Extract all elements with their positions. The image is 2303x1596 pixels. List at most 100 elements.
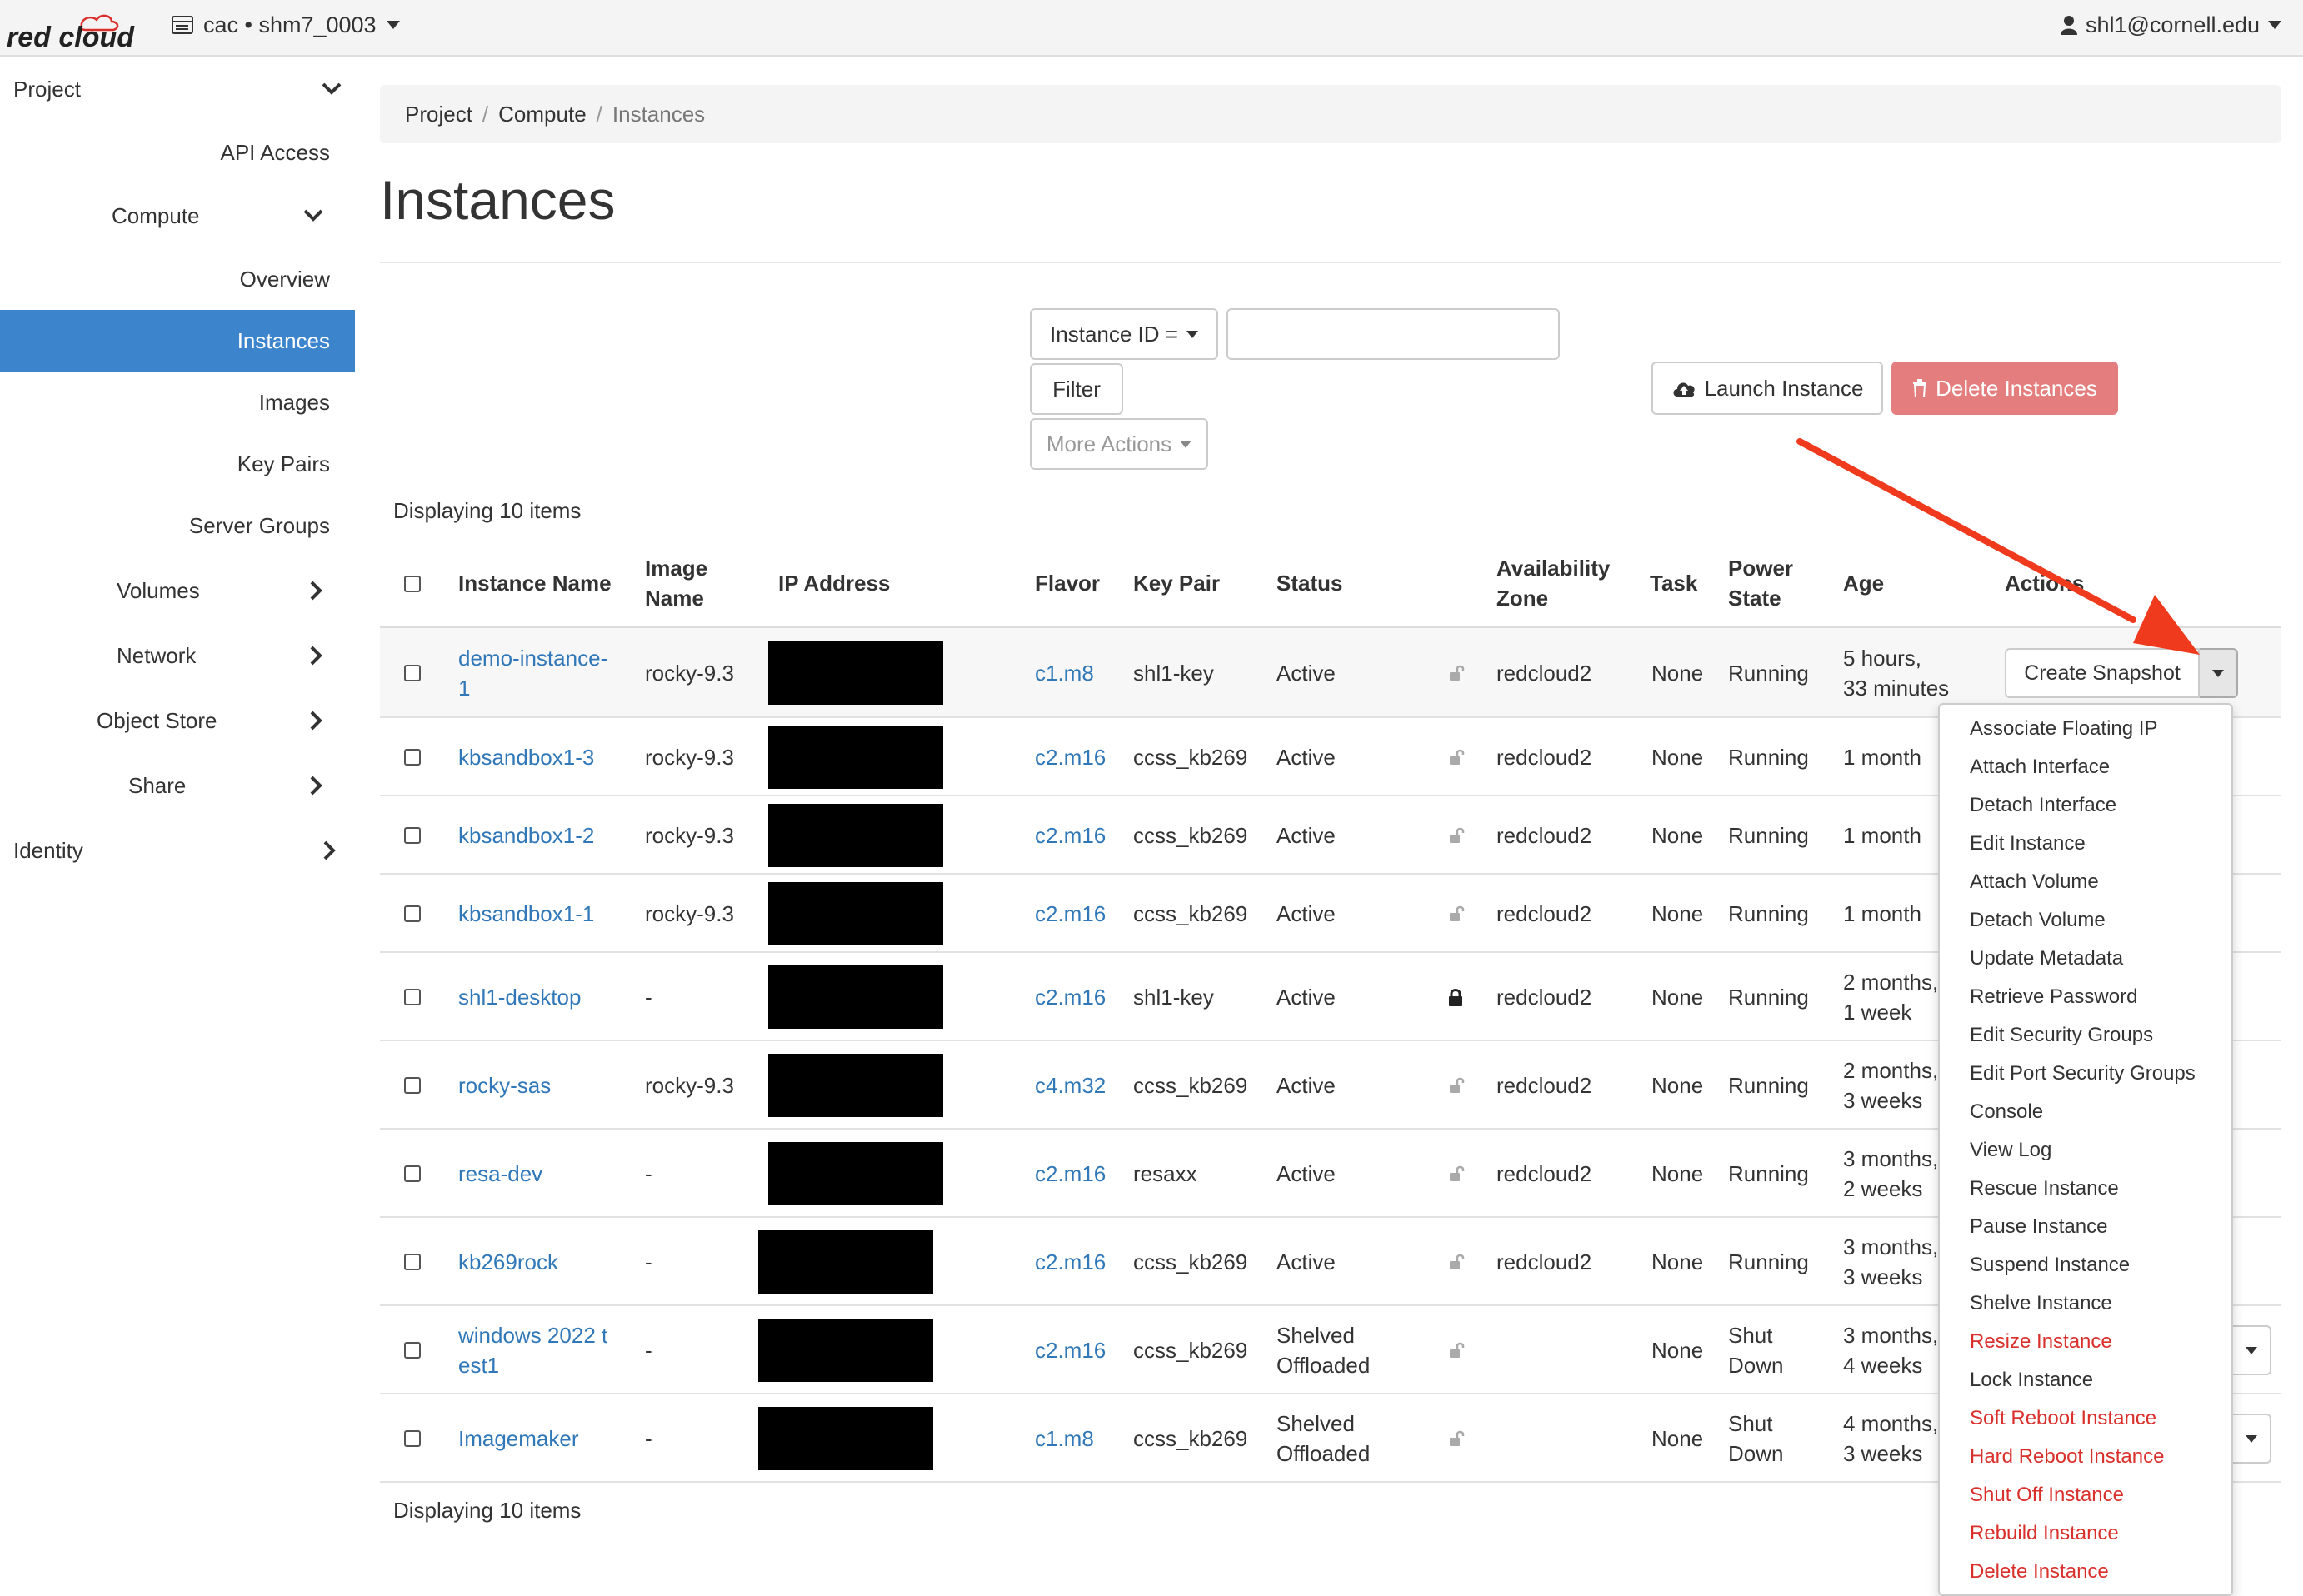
sidebar-item-server-groups[interactable]: Server Groups bbox=[0, 495, 330, 556]
column-header-actions: Actions bbox=[2005, 571, 2085, 596]
dropdown-item-resize-instance[interactable]: Resize Instance bbox=[1970, 1328, 2112, 1356]
flavor-link[interactable]: c2.m16 bbox=[1035, 1159, 1106, 1189]
sidebar-item-network[interactable]: Network bbox=[0, 625, 328, 686]
actions-caret-button[interactable] bbox=[2233, 1325, 2271, 1375]
column-header-availability-zone[interactable]: Availability Zone bbox=[1496, 553, 1610, 613]
sidebar-item-identity[interactable]: Identity bbox=[13, 820, 342, 881]
flavor-link[interactable]: c2.m16 bbox=[1035, 1247, 1106, 1277]
instance-name-link[interactable]: kbsandbox1-3 bbox=[458, 742, 594, 772]
dropdown-item-detach-interface[interactable]: Detach Interface bbox=[1970, 791, 2116, 820]
column-header-ip-address[interactable]: IP Address bbox=[778, 568, 890, 598]
row-checkbox[interactable] bbox=[404, 1430, 421, 1447]
flavor-link[interactable]: c2.m16 bbox=[1035, 742, 1106, 772]
column-header-age[interactable]: Age bbox=[1843, 568, 1884, 598]
filter-field-select[interactable]: Instance ID = bbox=[1030, 308, 1218, 360]
flavor-link[interactable]: c2.m16 bbox=[1035, 982, 1106, 1012]
dropdown-item-soft-reboot-instance[interactable]: Soft Reboot Instance bbox=[1970, 1404, 2156, 1433]
column-header-flavor[interactable]: Flavor bbox=[1035, 568, 1100, 598]
instance-name-link[interactable]: kbsandbox1-1 bbox=[458, 899, 594, 929]
filter-input[interactable] bbox=[1226, 308, 1560, 360]
filter-button[interactable]: Filter bbox=[1030, 363, 1123, 415]
row-checkbox[interactable] bbox=[404, 1342, 421, 1359]
dropdown-item-associate-floating-ip[interactable]: Associate Floating IP bbox=[1970, 715, 2157, 743]
actions-caret-button[interactable] bbox=[2200, 648, 2238, 698]
red-cloud-logo[interactable]: red cloud bbox=[5, 10, 138, 53]
filter-field-label: Instance ID = bbox=[1050, 321, 1178, 347]
instance-name-link[interactable]: rocky-sas bbox=[458, 1070, 551, 1100]
sidebar-item-project[interactable]: Project bbox=[13, 58, 342, 120]
breadcrumb-project[interactable]: Project bbox=[405, 102, 472, 127]
more-actions-button[interactable]: More Actions bbox=[1030, 418, 1208, 470]
flavor-link[interactable]: c2.m16 bbox=[1035, 820, 1106, 850]
dropdown-item-attach-interface[interactable]: Attach Interface bbox=[1970, 753, 2110, 781]
availability-zone: redcloud2 bbox=[1496, 745, 1592, 770]
dropdown-item-lock-instance[interactable]: Lock Instance bbox=[1970, 1366, 2093, 1394]
breadcrumb-compute[interactable]: Compute bbox=[498, 102, 587, 127]
instance-name-link[interactable]: Imagemaker bbox=[458, 1424, 579, 1454]
row-checkbox[interactable] bbox=[404, 905, 421, 922]
row-checkbox[interactable] bbox=[404, 1254, 421, 1270]
dropdown-item-rebuild-instance[interactable]: Rebuild Instance bbox=[1970, 1519, 2119, 1548]
dropdown-item-update-metadata[interactable]: Update Metadata bbox=[1970, 945, 2123, 973]
dropdown-item-hard-reboot-instance[interactable]: Hard Reboot Instance bbox=[1970, 1443, 2164, 1471]
sidebar-item-images[interactable]: Images bbox=[0, 372, 330, 433]
launch-instance-button[interactable]: Launch Instance bbox=[1651, 362, 1883, 415]
instance-name-link[interactable]: kb269rock bbox=[458, 1247, 558, 1277]
flavor-link[interactable]: c4.m32 bbox=[1035, 1070, 1106, 1100]
select-all-checkbox[interactable] bbox=[404, 576, 421, 592]
age-line: 2 months, bbox=[1843, 970, 1939, 995]
column-header-task[interactable]: Task bbox=[1650, 568, 1697, 598]
row-checkbox[interactable] bbox=[404, 1077, 421, 1094]
sidebar-item-key-pairs[interactable]: Key Pairs bbox=[0, 433, 330, 495]
dropdown-item-attach-volume[interactable]: Attach Volume bbox=[1970, 868, 2099, 896]
key-pair: ccss_kb269 bbox=[1133, 1426, 1248, 1451]
project-switcher[interactable]: cac • shm7_0003 bbox=[172, 10, 400, 40]
lock-open-icon bbox=[1448, 665, 1465, 686]
column-header-key-pair[interactable]: Key Pair bbox=[1133, 568, 1220, 598]
sidebar-item-volumes[interactable]: Volumes bbox=[0, 560, 328, 621]
row-checkbox[interactable] bbox=[404, 665, 421, 681]
dropdown-item-pause-instance[interactable]: Pause Instance bbox=[1970, 1213, 2107, 1241]
sidebar-item-share[interactable]: Share bbox=[0, 755, 328, 816]
flavor-link[interactable]: c1.m8 bbox=[1035, 1424, 1094, 1454]
dropdown-item-rescue-instance[interactable]: Rescue Instance bbox=[1970, 1175, 2119, 1203]
flavor-link[interactable]: c1.m8 bbox=[1035, 658, 1094, 688]
row-checkbox[interactable] bbox=[404, 1165, 421, 1182]
delete-instances-button[interactable]: Delete Instances bbox=[1891, 362, 2118, 415]
dropdown-item-edit-port-security-groups[interactable]: Edit Port Security Groups bbox=[1970, 1060, 2196, 1088]
row-checkbox[interactable] bbox=[404, 827, 421, 844]
instance-name-link[interactable]: resa-dev bbox=[458, 1159, 542, 1189]
instance-name-link[interactable]: kbsandbox1-2 bbox=[458, 820, 594, 850]
sidebar-item-instances[interactable]: Instances bbox=[0, 310, 355, 372]
dropdown-item-view-log[interactable]: View Log bbox=[1970, 1136, 2051, 1165]
sidebar-item-api-access[interactable]: API Access bbox=[0, 122, 331, 183]
more-actions-label: More Actions bbox=[1046, 431, 1172, 456]
dropdown-item-shut-off-instance[interactable]: Shut Off Instance bbox=[1970, 1481, 2124, 1509]
column-header-status[interactable]: Status bbox=[1276, 568, 1342, 598]
actions-caret-button[interactable] bbox=[2233, 1414, 2271, 1464]
column-header-instance-name[interactable]: Instance Name bbox=[458, 568, 612, 598]
user-menu[interactable]: shl1@cornell.edu bbox=[2060, 10, 2281, 40]
dropdown-item-retrieve-password[interactable]: Retrieve Password bbox=[1970, 983, 2137, 1011]
instance-name-link[interactable]: windows 2022 t est1 bbox=[458, 1320, 607, 1380]
dropdown-item-detach-volume[interactable]: Detach Volume bbox=[1970, 906, 2106, 935]
dropdown-item-console[interactable]: Console bbox=[1970, 1098, 2043, 1126]
dropdown-item-edit-security-groups[interactable]: Edit Security Groups bbox=[1970, 1021, 2153, 1050]
dropdown-item-suspend-instance[interactable]: Suspend Instance bbox=[1970, 1251, 2130, 1279]
user-icon bbox=[2060, 16, 2077, 35]
sidebar-item-compute[interactable]: Compute bbox=[0, 185, 328, 247]
flavor-link[interactable]: c2.m16 bbox=[1035, 899, 1106, 929]
dropdown-item-delete-instance[interactable]: Delete Instance bbox=[1970, 1558, 2109, 1586]
row-checkbox[interactable] bbox=[404, 989, 421, 1005]
create-snapshot-button[interactable]: Create Snapshot bbox=[2005, 648, 2200, 698]
dropdown-item-shelve-instance[interactable]: Shelve Instance bbox=[1970, 1289, 2112, 1318]
sidebar-item-overview[interactable]: Overview bbox=[0, 248, 330, 310]
column-header-image-name[interactable]: Image Name bbox=[645, 553, 707, 613]
flavor-link[interactable]: c2.m16 bbox=[1035, 1335, 1106, 1365]
dropdown-item-edit-instance[interactable]: Edit Instance bbox=[1970, 830, 2086, 858]
instance-name-link[interactable]: shl1-desktop bbox=[458, 982, 581, 1012]
sidebar-item-object-store[interactable]: Object Store bbox=[0, 690, 328, 751]
column-header-power-state[interactable]: Power State bbox=[1728, 553, 1793, 613]
row-checkbox[interactable] bbox=[404, 749, 421, 766]
instance-name-link[interactable]: demo-instance- 1 bbox=[458, 643, 607, 703]
